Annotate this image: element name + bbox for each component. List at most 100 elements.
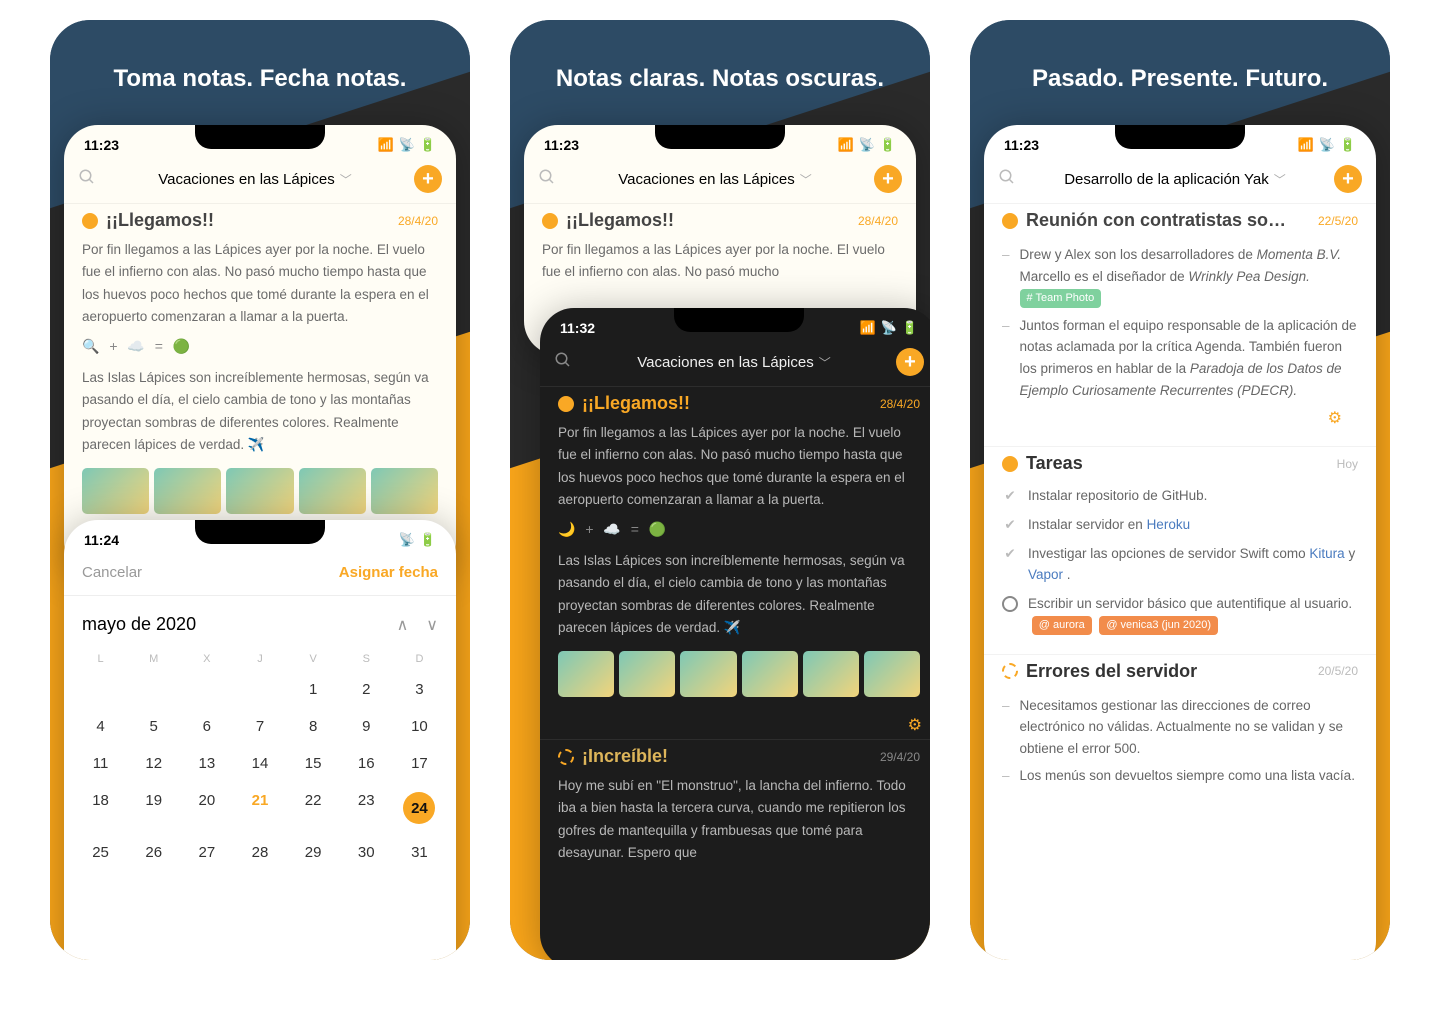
open-circle-icon[interactable] — [1002, 596, 1018, 612]
image-thumbnails[interactable] — [82, 468, 438, 514]
link[interactable]: Kitura — [1309, 546, 1344, 561]
category-dropdown[interactable]: Vacaciones en las Lápices ﹀ — [566, 171, 864, 188]
category-dropdown[interactable]: Desarrollo de la aplicación Yak ﹀ — [1026, 171, 1324, 188]
search-icon[interactable] — [554, 351, 572, 374]
calendar-day[interactable]: 28 — [233, 834, 286, 871]
add-note-button[interactable]: + — [414, 165, 442, 193]
task-item[interactable]: Escribir un servidor básico que autentif… — [1002, 590, 1358, 640]
calendar-day[interactable]: 2 — [340, 671, 393, 708]
notch — [195, 125, 325, 149]
thumbnail[interactable] — [864, 651, 920, 697]
calendar-day[interactable]: 31 — [393, 834, 446, 871]
calendar-day[interactable]: 24 — [393, 782, 446, 834]
note-entry-errors[interactable]: Errores del servidor 20/5/20 – Necesitam… — [984, 654, 1376, 804]
note-subtitle: Hoy — [1337, 457, 1358, 471]
wifi-icon: 📡 — [1319, 137, 1335, 153]
battery-icon: 🔋 — [420, 532, 436, 548]
thumbnail[interactable] — [619, 651, 675, 697]
calendar-day[interactable]: 6 — [180, 708, 233, 745]
calendar-day[interactable]: 8 — [287, 708, 340, 745]
calendar-day[interactable]: 9 — [340, 708, 393, 745]
calendar-day[interactable]: 14 — [233, 745, 286, 782]
note-entry-meeting[interactable]: Reunión con contratistas so… 22/5/20 – D… — [984, 203, 1376, 446]
calendar-day[interactable]: 25 — [74, 834, 127, 871]
calendar-day — [74, 671, 127, 708]
battery-icon: 🔋 — [420, 137, 436, 153]
gear-icon[interactable]: ⚙ — [1328, 408, 1342, 428]
category-dropdown[interactable]: Vacaciones en las Lápices ﹀ — [582, 354, 886, 371]
thumbnail[interactable] — [742, 651, 798, 697]
note-entry[interactable]: ¡¡Llegamos!! 28/4/20 Por fin llegamos a … — [64, 203, 456, 528]
phone-calendar: 11:24 📡 🔋 Cancelar Asignar fecha mayo de… — [64, 520, 456, 960]
calendar-day[interactable]: 7 — [233, 708, 286, 745]
calendar-day[interactable]: 1 — [287, 671, 340, 708]
checkmark-icon[interactable]: ✔ — [1002, 546, 1018, 562]
calendar-day[interactable]: 21 — [233, 782, 286, 834]
calendar-day[interactable]: 3 — [393, 671, 446, 708]
calendar-weekday: D — [393, 647, 446, 671]
thumbnail[interactable] — [82, 468, 149, 514]
checkmark-icon[interactable]: ✔ — [1002, 488, 1018, 504]
thumbnail[interactable] — [299, 468, 366, 514]
prev-month-button[interactable]: ∧ — [397, 615, 409, 635]
task-item[interactable]: ✔ Instalar servidor en Heroku — [1002, 511, 1358, 540]
note-entry[interactable]: ¡¡Llegamos!! 28/4/20 Por fin llegamos a … — [540, 386, 930, 711]
tag-chip[interactable]: # Team Photo — [1020, 289, 1102, 309]
calendar-day[interactable]: 20 — [180, 782, 233, 834]
calendar-day[interactable]: 22 — [287, 782, 340, 834]
status-time: 11:23 — [544, 137, 579, 153]
calendar-day[interactable]: 30 — [340, 834, 393, 871]
thumbnail[interactable] — [226, 468, 293, 514]
next-month-button[interactable]: ∨ — [426, 615, 438, 635]
thumbnail[interactable] — [803, 651, 859, 697]
gear-icon[interactable]: ⚙ — [908, 715, 922, 735]
cancel-button[interactable]: Cancelar — [82, 564, 142, 581]
calendar-day[interactable]: 26 — [127, 834, 180, 871]
task-item[interactable]: ✔ Investigar las opciones de servidor Sw… — [1002, 540, 1358, 590]
thumbnail[interactable] — [558, 651, 614, 697]
search-icon[interactable] — [998, 168, 1016, 191]
calendar-day[interactable]: 16 — [340, 745, 393, 782]
add-note-button[interactable]: + — [896, 348, 924, 376]
status-bar: 11:23 📶 📡 🔋 — [984, 133, 1376, 159]
calendar-day[interactable]: 5 — [127, 708, 180, 745]
status-time: 11:23 — [1004, 137, 1039, 153]
phone-light-notes: 11:23 📶 📡 🔋 Vacaciones en las Lápices ﹀ … — [64, 125, 456, 575]
checkmark-icon[interactable]: ✔ — [1002, 517, 1018, 533]
calendar-day[interactable]: 19 — [127, 782, 180, 834]
note-body-2: Las Islas Lápices son increíblemente her… — [82, 367, 438, 456]
add-note-button[interactable]: + — [874, 165, 902, 193]
note-entry[interactable]: ¡¡Llegamos!! 28/4/20 Por fin llegamos a … — [524, 203, 916, 298]
image-thumbnails[interactable] — [558, 651, 920, 697]
calendar-day[interactable]: 27 — [180, 834, 233, 871]
calendar-day[interactable]: 18 — [74, 782, 127, 834]
tag-chip[interactable]: @ aurora — [1032, 616, 1092, 635]
note-entry[interactable]: ¡Increíble! 29/4/20 Hoy me subí en "El m… — [540, 739, 930, 878]
calendar-day[interactable]: 12 — [127, 745, 180, 782]
thumbnail[interactable] — [371, 468, 438, 514]
link[interactable]: Heroku — [1147, 517, 1191, 532]
calendar-day[interactable]: 29 — [287, 834, 340, 871]
calendar-grid: LMXJVSD123456789101112131415161718192021… — [64, 647, 456, 881]
calendar-day[interactable]: 11 — [74, 745, 127, 782]
panel-title: Notas claras. Notas oscuras. — [510, 65, 930, 93]
calendar-day[interactable]: 17 — [393, 745, 446, 782]
thumbnail[interactable] — [680, 651, 736, 697]
assign-date-button[interactable]: Asignar fecha — [339, 564, 438, 581]
category-dropdown[interactable]: Vacaciones en las Lápices ﹀ — [106, 171, 404, 188]
search-icon[interactable] — [538, 168, 556, 191]
note-body: Por fin llegamos a las Lápices ayer por … — [542, 239, 898, 284]
tag-chip[interactable]: @ venica3 (jun 2020) — [1099, 616, 1218, 635]
search-icon[interactable] — [78, 168, 96, 191]
calendar-day[interactable]: 23 — [340, 782, 393, 834]
calendar-day[interactable]: 10 — [393, 708, 446, 745]
calendar-day[interactable]: 15 — [287, 745, 340, 782]
phone-dark: 11:32 📶 📡 🔋 Vacaciones en las Lápices ﹀ … — [540, 308, 930, 960]
note-entry-tasks[interactable]: Tareas Hoy ✔ Instalar repositorio de Git… — [984, 446, 1376, 654]
task-item[interactable]: ✔ Instalar repositorio de GitHub. — [1002, 482, 1358, 511]
calendar-day[interactable]: 4 — [74, 708, 127, 745]
link[interactable]: Vapor — [1028, 567, 1063, 582]
calendar-day[interactable]: 13 — [180, 745, 233, 782]
add-note-button[interactable]: + — [1334, 165, 1362, 193]
thumbnail[interactable] — [154, 468, 221, 514]
